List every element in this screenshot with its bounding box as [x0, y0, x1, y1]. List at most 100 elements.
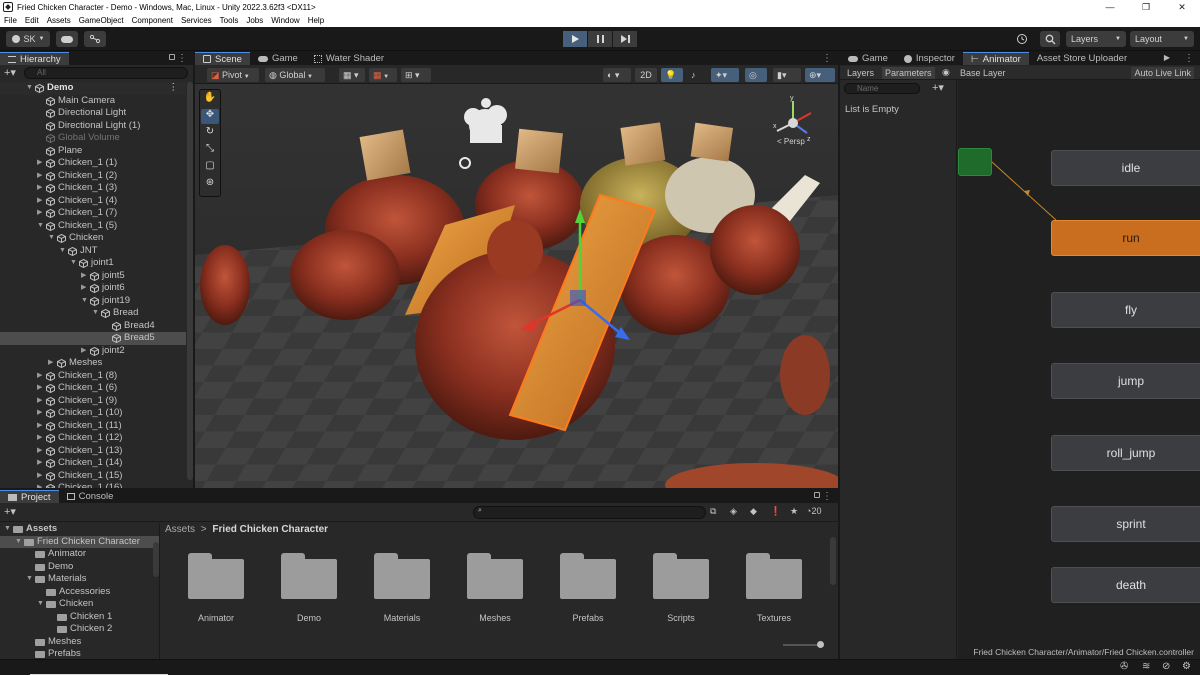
state-node-sprint[interactable]: sprint	[1051, 506, 1200, 542]
menu-services[interactable]: Services	[181, 16, 212, 25]
hierarchy-item[interactable]: ▶ joint2	[0, 345, 186, 358]
layout-dropdown[interactable]: Layout ▼	[1130, 31, 1194, 47]
state-node-jump[interactable]: jump	[1051, 363, 1200, 399]
hierarchy-item[interactable]: ▶ Chicken_1 (4)	[0, 195, 186, 208]
star-icon[interactable]: ★	[790, 506, 798, 517]
collapse-arrow-icon[interactable]: ▶	[37, 407, 45, 420]
expand-arrow-icon[interactable]: ▼	[92, 307, 100, 320]
tab-asset-store-uploader[interactable]: Asset Store Uploader	[1029, 52, 1135, 65]
hierarchy-item[interactable]: ▶ Chicken_1 (7)	[0, 207, 186, 220]
collapse-arrow-icon[interactable]: ▶	[37, 157, 45, 170]
state-node-roll-jump[interactable]: roll_jump	[1051, 435, 1200, 471]
move-tool-button[interactable]: ✥	[201, 109, 219, 124]
collapse-arrow-icon[interactable]: ▶	[37, 170, 45, 183]
auto-live-link-button[interactable]: Auto Live Link	[1131, 67, 1194, 79]
asset-folder[interactable]: Demo	[279, 553, 339, 623]
hierarchy-item[interactable]: ▶ Chicken_1 (13)	[0, 445, 186, 458]
chevron-right-icon[interactable]: ▶	[1164, 53, 1170, 62]
asset-folder[interactable]: Meshes	[465, 553, 525, 623]
expand-arrow-icon[interactable]: ▼	[48, 232, 56, 245]
tab-project[interactable]: Project	[0, 490, 59, 503]
menu-gameobject[interactable]: GameObject	[79, 16, 124, 25]
project-folder-item[interactable]: Prefabs	[0, 648, 159, 659]
tab-parameters[interactable]: Parameters	[882, 67, 935, 79]
tab-layers[interactable]: Layers	[844, 67, 877, 79]
step-button[interactable]	[613, 31, 637, 47]
asset-folder[interactable]: Animator	[186, 553, 246, 623]
animator-graph[interactable]: idle run fly jump roll_jump sprint death Fried…	[958, 80, 1200, 659]
hierarchy-item[interactable]: ▶ Chicken_1 (12)	[0, 432, 186, 445]
hierarchy-item[interactable]: ▼ joint1	[0, 257, 186, 270]
layers-icon[interactable]: ≋	[1142, 661, 1150, 672]
tab-inspector[interactable]: Inspector	[896, 52, 963, 65]
icon-size-slider[interactable]	[783, 641, 824, 648]
collapse-arrow-icon[interactable]: ▶	[37, 382, 45, 395]
hierarchy-item[interactable]: ▼ JNT	[0, 245, 186, 258]
hierarchy-item[interactable]: Directional Light	[0, 107, 186, 120]
search-by-type-icon[interactable]: ⧉	[710, 506, 716, 517]
account-button[interactable]: SK ▼	[6, 31, 50, 47]
collapse-arrow-icon[interactable]: ▶	[48, 357, 56, 370]
state-node-fly[interactable]: fly	[1051, 292, 1200, 328]
tab-game[interactable]: Game	[250, 52, 306, 65]
hierarchy-item[interactable]: ▶ Chicken_1 (8)	[0, 370, 186, 383]
pivot-dropdown[interactable]: ◪ Pivot ▼	[207, 68, 259, 82]
global-dropdown[interactable]: ◍ Global ▼	[265, 68, 325, 82]
hierarchy-item[interactable]: Plane	[0, 145, 186, 158]
maximize-button[interactable]: ❐	[1128, 0, 1164, 14]
menu-jobs[interactable]: Jobs	[246, 16, 263, 25]
project-folder-item[interactable]: ▼ Materials	[0, 573, 159, 586]
assets-scrollbar[interactable]	[830, 537, 836, 585]
hierarchy-item[interactable]: ▶ joint6	[0, 282, 186, 295]
hierarchy-item[interactable]: ▼ Bread	[0, 307, 186, 320]
gizmos-button[interactable]: ⊕▾	[805, 68, 835, 82]
menu-help[interactable]: Help	[308, 16, 324, 25]
hierarchy-item[interactable]: ▶ Chicken_1 (1)	[0, 157, 186, 170]
collapse-arrow-icon[interactable]: ▶	[81, 282, 89, 295]
collapse-arrow-icon[interactable]: ▶	[37, 445, 45, 458]
layers-dropdown[interactable]: Layers ▼	[1066, 31, 1126, 47]
collapse-arrow-icon[interactable]: ▶	[37, 420, 45, 433]
scale-tool-button[interactable]: ⤡	[201, 143, 219, 158]
rect-tool-button[interactable]: ▢	[201, 160, 219, 175]
add-parameter-button[interactable]: +▾	[932, 81, 944, 94]
base-layer-breadcrumb[interactable]: Base Layer	[960, 67, 1006, 79]
expand-arrow-icon[interactable]: ▼	[70, 257, 78, 270]
audio-toggle[interactable]: ♪	[687, 68, 707, 82]
state-node-run[interactable]: run	[1051, 220, 1200, 256]
collapse-arrow-icon[interactable]: ▶	[37, 182, 45, 195]
hierarchy-item[interactable]: ▶ Chicken_1 (9)	[0, 395, 186, 408]
panel-menu-icon[interactable]: ⋮	[822, 53, 832, 64]
visibility-toggle[interactable]: ◎	[745, 68, 767, 82]
menu-tools[interactable]: Tools	[220, 16, 239, 25]
hierarchy-item[interactable]: Bread4	[0, 320, 186, 333]
hierarchy-item[interactable]: ▶ Chicken_1 (10)	[0, 407, 186, 420]
collapse-arrow-icon[interactable]: ▶	[37, 432, 45, 445]
hidden-packages-toggle[interactable]: ◔20	[806, 506, 821, 516]
project-folder-item[interactable]: ▼ Fried Chicken Character	[0, 535, 159, 549]
hierarchy-scrollbar[interactable]	[187, 82, 193, 480]
project-folder-item[interactable]: Chicken 2	[0, 623, 159, 636]
menu-edit[interactable]: Edit	[25, 16, 39, 25]
tab-scene[interactable]: Scene	[195, 52, 250, 65]
hierarchy-item[interactable]: ▶ Meshes	[0, 357, 186, 370]
debug-icon[interactable]: ✇	[1120, 661, 1128, 672]
effects-toggle[interactable]: ✦▾	[711, 68, 739, 82]
search-button[interactable]	[1040, 31, 1060, 47]
toggle-2d-button[interactable]: 2D	[635, 68, 657, 82]
project-folder-item[interactable]: ▼ Assets	[0, 523, 159, 536]
pause-button[interactable]	[588, 31, 612, 47]
entry-node[interactable]	[958, 148, 992, 176]
expand-arrow-icon[interactable]: ▼	[15, 536, 22, 549]
expand-arrow-icon[interactable]: ▼	[26, 82, 34, 95]
tab-game-right[interactable]: Game	[840, 52, 896, 65]
slider-handle[interactable]	[817, 641, 824, 648]
transform-tool-button[interactable]: ⊛	[201, 177, 219, 192]
lock-icon[interactable]	[814, 492, 820, 498]
hierarchy-item[interactable]: ▼ Chicken_1 (5)	[0, 220, 186, 233]
project-folder-item[interactable]: ▼ Chicken	[0, 598, 159, 611]
collapse-arrow-icon[interactable]: ▶	[37, 470, 45, 483]
state-node-death[interactable]: death	[1051, 567, 1200, 603]
menu-component[interactable]: Component	[132, 16, 173, 25]
create-asset-button[interactable]: +▾	[4, 505, 16, 518]
